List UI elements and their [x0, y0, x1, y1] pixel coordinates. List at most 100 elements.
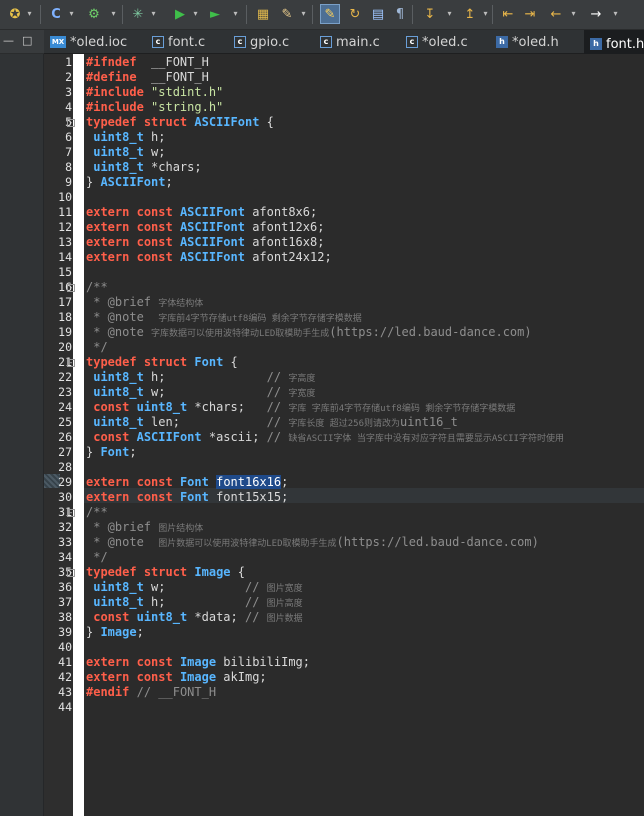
c-source-file-icon: c	[234, 36, 246, 48]
code-token: {	[230, 565, 245, 579]
build-icon[interactable]: ⚙	[84, 4, 104, 24]
dropdown-caret-icon[interactable]: ▾	[110, 9, 117, 19]
code-line[interactable]: extern const Font font15x15;	[86, 490, 288, 505]
code-token: len;	[143, 415, 267, 429]
dropdown-caret-icon[interactable]: ▾	[446, 9, 453, 19]
code-line[interactable]: * @note 图片数据可以使用波特律动LED取模助手生成(https://le…	[86, 535, 539, 552]
code-line[interactable]: /**	[86, 505, 108, 520]
fold-toggle-icon[interactable]: -	[67, 359, 75, 367]
tab-label: font.h	[606, 36, 644, 52]
code-line[interactable]: */	[86, 340, 107, 355]
run-config-icon[interactable]: ►	[205, 4, 225, 24]
code-token: //	[266, 415, 289, 429]
code-token: akImg;	[216, 670, 267, 684]
dropdown-caret-icon[interactable]: ▾	[150, 9, 157, 19]
pilcrow-icon[interactable]: ¶	[390, 4, 410, 24]
code-line[interactable]: uint8_t h;	[86, 130, 165, 145]
code-token: const	[93, 430, 130, 444]
code-line[interactable]: #define __FONT_H	[86, 70, 209, 85]
code-token: 字宽度	[288, 389, 316, 399]
brush-icon[interactable]: ✎	[277, 4, 297, 24]
code-token: * @brief	[86, 295, 159, 309]
code-token: typedef	[86, 115, 137, 129]
fold-toggle-icon[interactable]: -	[67, 119, 75, 127]
download-icon[interactable]: ↧	[420, 4, 440, 24]
arrow-left-icon[interactable]: ←	[546, 4, 566, 24]
dropdown-caret-icon[interactable]: ▾	[26, 9, 33, 19]
last-edit-icon[interactable]: ↻	[345, 4, 365, 24]
dropdown-caret-icon[interactable]: ▾	[232, 9, 239, 19]
debug-icon[interactable]: ✳	[128, 4, 148, 24]
fold-toggle-icon[interactable]: -	[67, 509, 75, 517]
tab-main-c[interactable]: c main.c	[320, 30, 382, 54]
tab-oled-h[interactable]: h *oled.h	[496, 30, 566, 54]
dropdown-caret-icon[interactable]: ▾	[192, 9, 199, 19]
maximize-icon[interactable]: □	[22, 35, 32, 47]
code-line[interactable]: } ASCIIFont;	[86, 175, 173, 190]
code-token: typedef	[86, 355, 137, 369]
code-line[interactable]: extern const Font font16x16;	[86, 475, 288, 490]
code-line[interactable]: */	[86, 550, 107, 565]
code-line[interactable]: } Image;	[86, 625, 144, 640]
code-line[interactable]: extern const Image bilibiliImg;	[86, 655, 310, 670]
code-token: }	[86, 445, 101, 459]
dropdown-caret-icon[interactable]: ▾	[68, 9, 75, 19]
forward-nav-icon[interactable]: ⇥	[520, 4, 540, 24]
code-line[interactable]: #include "string.h"	[86, 100, 223, 115]
code-line[interactable]: #include "stdint.h"	[86, 85, 223, 100]
selected-token: font16x16	[216, 475, 282, 489]
code-line[interactable]: /**	[86, 280, 108, 295]
code-line[interactable]: extern const ASCIIFont afont8x6;	[86, 205, 317, 220]
tab-font-h[interactable]: h font.h	[584, 30, 644, 56]
line-number: 27	[58, 445, 72, 459]
back-nav-icon[interactable]: ⇤	[498, 4, 518, 24]
code-line[interactable]: const ASCIIFont *ascii; // 缺省ASCII字体 当字库…	[86, 430, 564, 447]
code-token: //	[266, 400, 289, 414]
block-select-icon[interactable]: ▤	[368, 4, 388, 24]
code-token: const	[136, 655, 173, 669]
code-line[interactable]: #endif // __FONT_H	[86, 685, 216, 700]
fold-toggle-icon[interactable]: -	[67, 569, 75, 577]
new-wizard-icon[interactable]: ✪	[5, 4, 25, 24]
code-token: uint8_t	[136, 400, 188, 414]
code-line[interactable]: * @note 字库数据可以使用波特律动LED取模助手生成(https://le…	[86, 325, 531, 342]
code-line[interactable]: extern const ASCIIFont afont24x12;	[86, 250, 332, 265]
minimize-icon[interactable]: —	[3, 35, 14, 47]
code-line[interactable]: extern const Image akImg;	[86, 670, 267, 685]
code-line[interactable]: } Font;	[86, 445, 137, 460]
code-token: Font	[100, 445, 130, 459]
tab-gpio-c[interactable]: c gpio.c	[234, 30, 296, 54]
code-line[interactable]: uint8_t w;	[86, 145, 165, 160]
code-line[interactable]: extern const ASCIIFont afont12x6;	[86, 220, 324, 235]
toggle-mark-icon[interactable]: ✎	[320, 4, 340, 24]
code-line[interactable]: extern const ASCIIFont afont16x8;	[86, 235, 324, 250]
open-folder-icon[interactable]: ▦	[253, 4, 273, 24]
code-line[interactable]: typedef struct Font {	[86, 355, 238, 370]
dropdown-caret-icon[interactable]: ▾	[612, 9, 619, 19]
c-source-file-icon: c	[152, 36, 164, 48]
tab-oled-ioc[interactable]: MX *oled.ioc	[50, 30, 136, 54]
code-line[interactable]: uint8_t *chars;	[86, 160, 201, 175]
line-number: 18	[58, 310, 72, 324]
run-icon[interactable]: ▶	[170, 4, 190, 24]
upload-icon[interactable]: ↥	[460, 4, 480, 24]
line-number: 32	[58, 520, 72, 534]
dropdown-caret-icon[interactable]: ▾	[300, 9, 307, 19]
code-line[interactable]: typedef struct ASCIIFont {	[86, 115, 274, 130]
code-line[interactable]: typedef struct Image {	[86, 565, 245, 580]
new-c-file-icon[interactable]: C	[46, 4, 66, 24]
fold-toggle-icon[interactable]: -	[67, 284, 75, 292]
dropdown-caret-icon[interactable]: ▾	[482, 9, 489, 19]
toolbar-separator	[40, 5, 41, 24]
line-number: 13	[58, 235, 72, 249]
dropdown-caret-icon[interactable]: ▾	[570, 9, 577, 19]
arrow-right-icon[interactable]: →	[586, 4, 606, 24]
tab-oled-c[interactable]: c *oled.c	[406, 30, 472, 54]
code-token: uint8_t	[93, 130, 144, 144]
code-line[interactable]: #ifndef __FONT_H	[86, 55, 209, 70]
tab-font-c[interactable]: c font.c	[152, 30, 212, 54]
code-token: const	[136, 220, 173, 234]
